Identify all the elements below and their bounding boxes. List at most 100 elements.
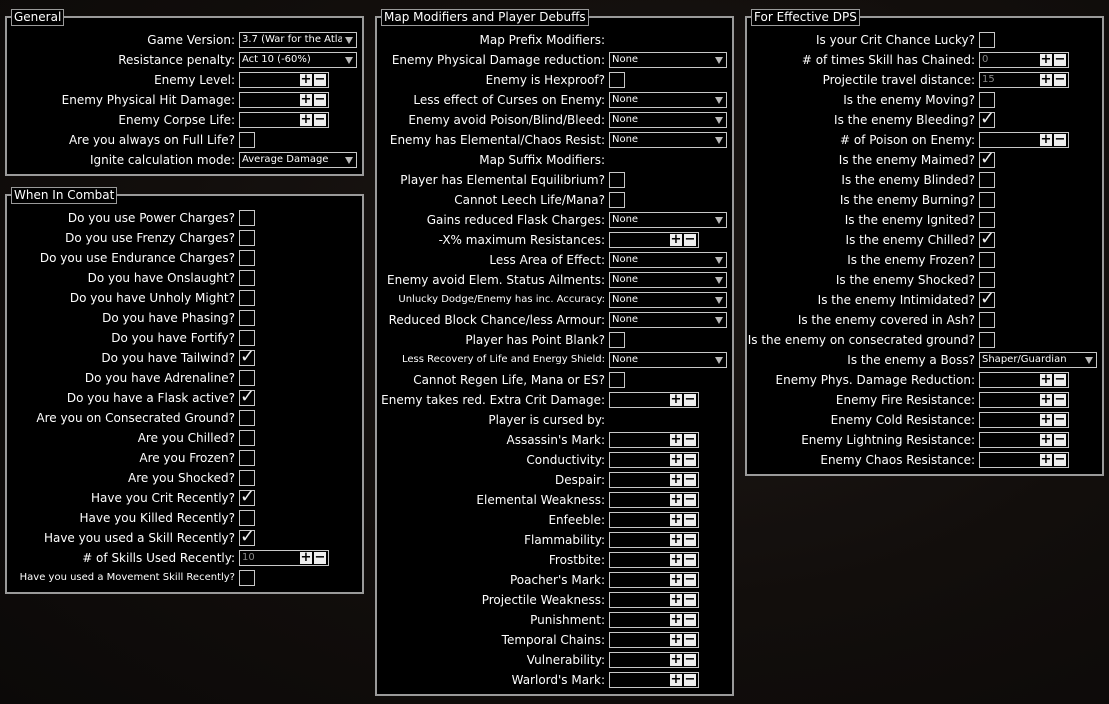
checkbox-do-you-use-power-charges[interactable] [239,210,255,226]
minus-icon[interactable]: − [684,473,696,486]
checkbox-is-the-enemy-frozen[interactable] [979,252,995,268]
plus-icon[interactable]: + [1040,413,1052,426]
plus-icon[interactable]: + [670,633,682,646]
plus-icon[interactable]: + [1040,373,1052,386]
checkbox-is-the-enemy-blinded[interactable] [979,172,995,188]
minus-icon[interactable]: − [314,73,326,86]
plus-icon[interactable]: + [670,553,682,566]
minus-icon[interactable]: − [1054,133,1066,146]
minus-icon[interactable]: − [684,233,696,246]
checkbox-is-the-enemy-covered-in-ash[interactable] [979,312,995,328]
checkbox-do-you-use-endurance-charges[interactable] [239,250,255,266]
checkbox-do-you-have-tailwind[interactable]: ✓ [239,347,255,367]
plus-icon[interactable]: + [300,113,312,126]
checkbox-is-the-enemy-bleeding[interactable]: ✓ [979,109,995,129]
dropdown-enemy-avoid-elem-status-ailments[interactable]: None [609,272,727,288]
minus-icon[interactable]: − [684,653,696,666]
minus-icon[interactable]: − [314,113,326,126]
plus-icon[interactable]: + [670,233,682,246]
checkbox-have-you-used-a-movement-skill-recently[interactable] [239,570,255,586]
checkbox-do-you-have-unholy-might[interactable] [239,290,255,306]
minus-icon[interactable]: − [1054,453,1066,466]
dropdown-game-version[interactable]: 3.7 (War for the Atlas [239,32,357,48]
plus-icon[interactable]: + [670,673,682,686]
dropdown-resistance-penalty[interactable]: Act 10 (-60%) [239,52,357,68]
plus-icon[interactable]: + [670,533,682,546]
minus-icon[interactable]: − [684,593,696,606]
dropdown-less-area-of-effect[interactable]: None [609,252,727,268]
number-input-temporal-chains[interactable]: + − [609,632,699,648]
checkbox-enemy-is-hexproof[interactable] [609,72,625,88]
checkbox-is-the-enemy-chilled[interactable]: ✓ [979,229,995,249]
number-input-enemy-corpse-life[interactable]: + − [239,112,329,128]
plus-icon[interactable]: + [670,453,682,466]
plus-icon[interactable]: + [670,653,682,666]
checkbox-are-you-on-consecrated-ground[interactable] [239,410,255,426]
checkbox-do-you-have-fortify[interactable] [239,330,255,346]
plus-icon[interactable]: + [670,613,682,626]
number-input-of-skills-used-recently[interactable]: 10 + − [239,550,329,566]
plus-icon[interactable]: + [670,473,682,486]
plus-icon[interactable]: + [1040,133,1052,146]
minus-icon[interactable]: − [1054,413,1066,426]
plus-icon[interactable]: + [670,393,682,406]
minus-icon[interactable]: − [1054,53,1066,66]
checkbox-player-has-point-blank[interactable] [609,332,625,348]
dropdown-gains-reduced-flask-charges[interactable]: None [609,212,727,228]
checkbox-have-you-used-a-skill-recently[interactable]: ✓ [239,527,255,547]
number-input-enemy-phys-damage-reduction[interactable]: + − [979,372,1069,388]
minus-icon[interactable]: − [1054,393,1066,406]
number-input-enemy-lightning-resistance[interactable]: + − [979,432,1069,448]
number-input-enemy-chaos-resistance[interactable]: + − [979,452,1069,468]
checkbox-cannot-leech-life-mana[interactable] [609,192,625,208]
plus-icon[interactable]: + [1040,433,1052,446]
checkbox-do-you-use-frenzy-charges[interactable] [239,230,255,246]
minus-icon[interactable]: − [684,573,696,586]
checkbox-do-you-have-phasing[interactable] [239,310,255,326]
minus-icon[interactable]: − [684,433,696,446]
minus-icon[interactable]: − [1054,73,1066,86]
number-input-enemy-fire-resistance[interactable]: + − [979,392,1069,408]
number-input-vulnerability[interactable]: + − [609,652,699,668]
number-input-enfeeble[interactable]: + − [609,512,699,528]
checkbox-is-the-enemy-ignited[interactable] [979,212,995,228]
minus-icon[interactable]: − [684,393,696,406]
number-input-frostbite[interactable]: + − [609,552,699,568]
checkbox-is-the-enemy-maimed[interactable]: ✓ [979,149,995,169]
checkbox-do-you-have-a-flask-active[interactable]: ✓ [239,387,255,407]
plus-icon[interactable]: + [1040,393,1052,406]
dropdown-enemy-has-elemental-chaos-resist[interactable]: None [609,132,727,148]
plus-icon[interactable]: + [1040,73,1052,86]
checkbox-are-you-frozen[interactable] [239,450,255,466]
number-input-x-maximum-resistances[interactable]: + − [609,232,699,248]
checkbox-do-you-have-onslaught[interactable] [239,270,255,286]
plus-icon[interactable]: + [300,93,312,106]
plus-icon[interactable]: + [670,573,682,586]
checkbox-player-has-elemental-equilibrium[interactable] [609,172,625,188]
checkbox-have-you-crit-recently[interactable]: ✓ [239,487,255,507]
number-input-enemy-physical-hit-damage[interactable]: + − [239,92,329,108]
minus-icon[interactable]: − [1054,433,1066,446]
plus-icon[interactable]: + [670,433,682,446]
number-input-punishment[interactable]: + − [609,612,699,628]
number-input-enemy-cold-resistance[interactable]: + − [979,412,1069,428]
number-input-projectile-weakness[interactable]: + − [609,592,699,608]
number-input-of-times-skill-has-chained[interactable]: 0 + − [979,52,1069,68]
checkbox-is-the-enemy-moving[interactable] [979,92,995,108]
number-input-poacher-s-mark[interactable]: + − [609,572,699,588]
checkbox-is-the-enemy-intimidated[interactable]: ✓ [979,289,995,309]
plus-icon[interactable]: + [670,593,682,606]
number-input-projectile-travel-distance[interactable]: 15 + − [979,72,1069,88]
dropdown-less-recovery-of-life-and-energy-shield[interactable]: None [609,352,727,368]
plus-icon[interactable]: + [670,513,682,526]
minus-icon[interactable]: − [314,93,326,106]
checkbox-is-the-enemy-on-consecrated-ground[interactable] [979,332,995,348]
checkbox-do-you-have-adrenaline[interactable] [239,370,255,386]
minus-icon[interactable]: − [684,533,696,546]
minus-icon[interactable]: − [684,453,696,466]
minus-icon[interactable]: − [314,551,326,564]
plus-icon[interactable]: + [300,551,312,564]
plus-icon[interactable]: + [1040,53,1052,66]
dropdown-enemy-physical-damage-reduction[interactable]: None [609,52,727,68]
number-input-elemental-weakness[interactable]: + − [609,492,699,508]
